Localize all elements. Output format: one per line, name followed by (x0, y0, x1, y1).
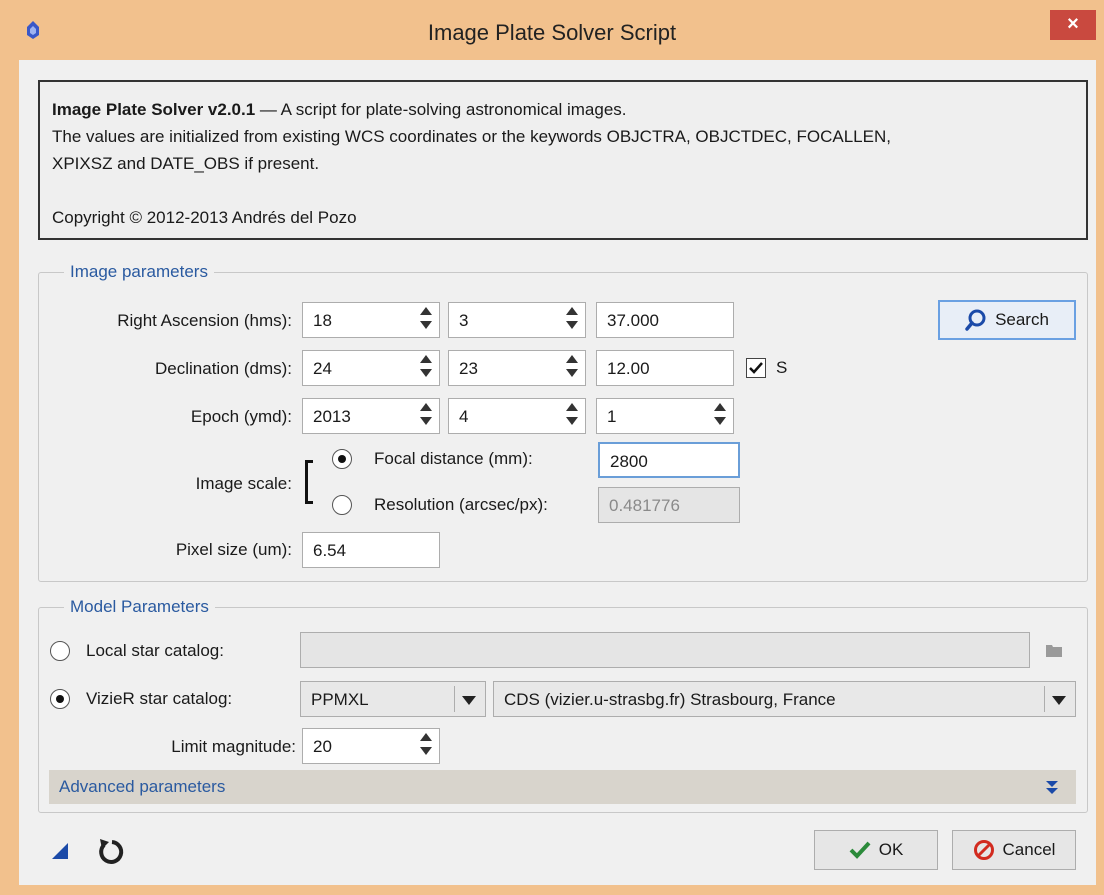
resolution-label: Resolution (arcsec/px): (374, 495, 548, 514)
new-instance-icon[interactable] (50, 843, 70, 861)
advanced-parameters-label: Advanced parameters (59, 777, 226, 796)
epoch-year-value: 2013 (313, 407, 351, 426)
spin-arrows-icon[interactable] (419, 733, 433, 761)
info-heading: Image Plate Solver v2.0.1 (52, 100, 256, 119)
ra-seconds-field[interactable]: 37.000 (596, 302, 734, 338)
catalog-select[interactable]: PPMXL (300, 681, 486, 717)
close-button[interactable]: × (1050, 10, 1096, 40)
spin-arrows-icon[interactable] (419, 403, 433, 431)
close-icon: × (1067, 13, 1079, 35)
cancel-button-label: Cancel (1002, 840, 1056, 859)
ra-hours-value: 18 (313, 311, 332, 330)
epoch-year-spinner[interactable]: 2013 (302, 398, 440, 434)
spin-arrows-icon[interactable] (565, 307, 579, 335)
info-heading-rest: — A script for plate-solving astronomica… (255, 100, 627, 119)
ok-button-label: OK (878, 840, 904, 859)
cancel-button[interactable]: Cancel (952, 830, 1076, 870)
epoch-month-value: 4 (459, 407, 469, 426)
epoch-day-spinner[interactable]: 1 (596, 398, 734, 434)
epoch-month-spinner[interactable]: 4 (448, 398, 586, 434)
limit-magnitude-value: 20 (313, 737, 332, 756)
dec-degrees-value: 24 (313, 359, 332, 378)
cancel-icon (973, 840, 994, 860)
server-select[interactable]: CDS (vizier.u-strasbg.fr) Strasbourg, Fr… (493, 681, 1076, 717)
model-parameters-legend: Model Parameters (64, 597, 215, 617)
spin-arrows-icon[interactable] (419, 307, 433, 335)
epoch-label: Epoch (ymd): (190, 407, 292, 426)
limit-magnitude-label: Limit magnitude: (171, 737, 296, 756)
pixel-size-field[interactable]: 6.54 (302, 532, 440, 568)
focal-distance-field[interactable]: 2800 (598, 442, 740, 478)
dialog-window: Image Plate Solver Script × Image Plate … (0, 0, 1104, 895)
server-select-value: CDS (vizier.u-strasbg.fr) Strasbourg, Fr… (504, 690, 836, 709)
ok-button[interactable]: OK (814, 830, 938, 870)
vizier-catalog-label: VizieR star catalog: (86, 689, 233, 708)
local-catalog-radio[interactable] (50, 641, 70, 661)
dec-minutes-spinner[interactable]: 23 (448, 350, 586, 386)
checkmark-icon (749, 362, 763, 374)
expand-icon[interactable] (1045, 780, 1059, 796)
window-title: Image Plate Solver Script (427, 20, 677, 45)
image-parameters-legend: Image parameters (64, 262, 214, 282)
pixel-size-label: Pixel size (um): (175, 540, 292, 559)
copyright-text: Copyright © 2012-2013 Andrés del Pozo (52, 208, 357, 227)
south-checkbox[interactable] (746, 358, 766, 378)
spin-arrows-icon[interactable] (419, 355, 433, 383)
checkmark-icon (849, 841, 871, 859)
search-button[interactable]: Search (938, 300, 1076, 340)
local-catalog-field (300, 632, 1030, 668)
dec-label: Declination (dms): (155, 359, 292, 378)
focal-distance-label: Focal distance (mm): (374, 449, 533, 468)
dec-seconds-field[interactable]: 12.00 (596, 350, 734, 386)
dec-degrees-spinner[interactable]: 24 (302, 350, 440, 386)
local-catalog-label: Local star catalog: (86, 641, 224, 660)
info-panel: Image Plate Solver v2.0.1 — A script for… (38, 80, 1088, 240)
catalog-select-value: PPMXL (311, 690, 369, 709)
spin-arrows-icon[interactable] (565, 403, 579, 431)
ra-hours-spinner[interactable]: 18 (302, 302, 440, 338)
focal-distance-radio[interactable] (332, 449, 352, 469)
search-icon (965, 309, 986, 331)
advanced-parameters-bar[interactable]: Advanced parameters (49, 770, 1076, 804)
epoch-day-value: 1 (607, 407, 617, 426)
chevron-down-icon (462, 696, 476, 705)
search-button-label: Search (995, 310, 1049, 329)
south-label: S (776, 358, 788, 377)
spin-arrows-icon[interactable] (565, 355, 579, 383)
info-line-3: XPIXSZ and DATE_OBS if present. (52, 154, 320, 173)
ra-label: Right Ascension (hms): (117, 311, 292, 330)
limit-magnitude-spinner[interactable]: 20 (302, 728, 440, 764)
ra-minutes-spinner[interactable]: 3 (448, 302, 586, 338)
image-scale-label: Image scale: (195, 474, 292, 493)
vizier-catalog-radio[interactable] (50, 689, 70, 709)
dec-minutes-value: 23 (459, 359, 478, 378)
chevron-down-icon (1052, 696, 1066, 705)
spin-arrows-icon[interactable] (713, 403, 727, 431)
info-line-2: The values are initialized from existing… (52, 127, 891, 146)
folder-icon (1046, 645, 1062, 657)
resolution-field: 0.481776 (598, 487, 740, 523)
resolution-radio[interactable] (332, 495, 352, 515)
ra-minutes-value: 3 (459, 311, 469, 330)
scale-bracket (305, 460, 313, 504)
reset-icon[interactable] (96, 836, 126, 866)
